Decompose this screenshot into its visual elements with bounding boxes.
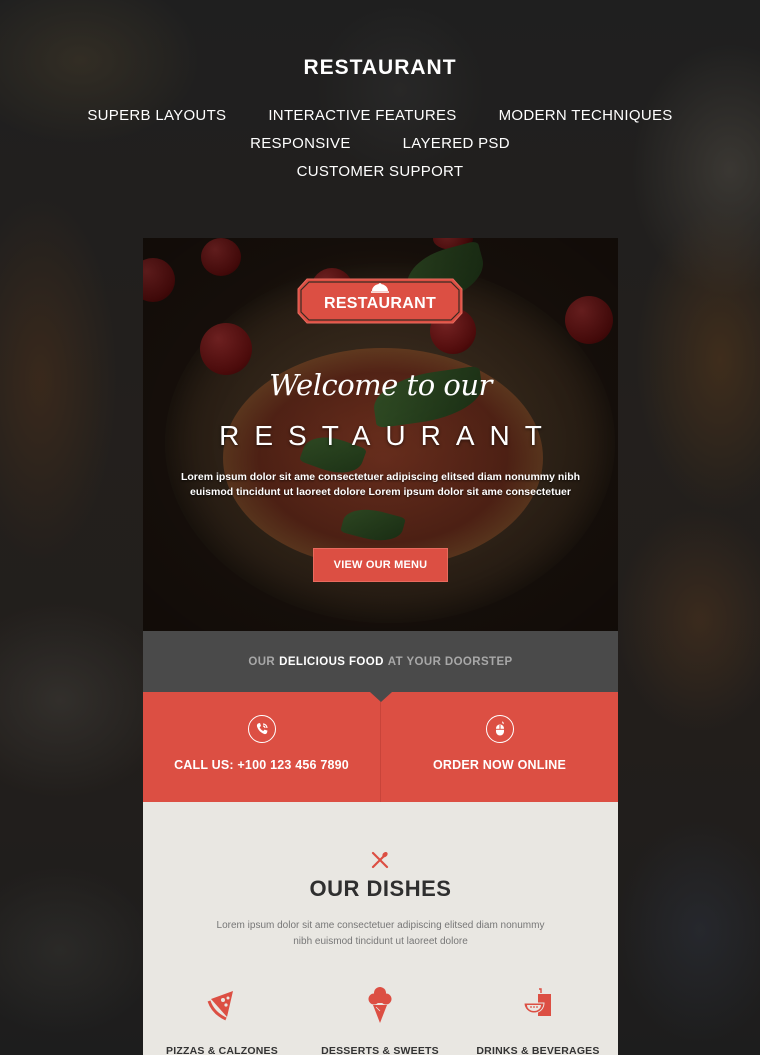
- feature-row: SUPERB LAYOUTS INTERACTIVE FEATURES MODE…: [0, 107, 760, 124]
- dish-category-label: DESSERTS & SWEETS: [321, 1045, 439, 1055]
- dish-category-pizzas[interactable]: PIZZAS & CALZONES: [147, 985, 297, 1055]
- brand-title: RESTAURANT: [303, 56, 457, 79]
- dishes-title: OUR DISHES: [309, 876, 452, 901]
- feature-row: CUSTOMER SUPPORT: [0, 163, 760, 180]
- cloche-icon: [371, 283, 389, 293]
- hero-section: RESTAURANT Welcome to our RESTAURANT Lor…: [143, 238, 618, 631]
- feature-item: SUPERB LAYOUTS: [87, 107, 227, 124]
- hero-title: RESTAURANT: [219, 420, 557, 451]
- tagline-strip: OUR DELICIOUS FOOD AT YOUR DOORSTEP: [143, 631, 618, 702]
- feature-item: INTERACTIVE FEATURES: [268, 107, 457, 124]
- feature-item: CUSTOMER SUPPORT: [296, 163, 464, 180]
- hero-description-line: euismod tincidunt ut laoreet dolore Lore…: [190, 486, 571, 498]
- dishes-description-line: Lorem ipsum dolor sit ame consectetuer a…: [216, 920, 545, 931]
- tagline-highlight: DELICIOUS FOOD: [279, 655, 384, 668]
- dish-category-drinks[interactable]: DRINKS & BEVERAGES: [463, 985, 613, 1055]
- welcome-script: Welcome to our: [269, 368, 492, 402]
- dishes-section: OUR DISHES Lorem ipsum dolor sit ame con…: [143, 802, 618, 1055]
- feature-row: RESPONSIVE LAYERED PSD: [0, 135, 760, 152]
- contact-section: CALL US: +100 123 456 7890 ORDER NOW ONL…: [143, 692, 618, 802]
- email-template-card: RESTAURANT Welcome to our RESTAURANT Lor…: [143, 238, 618, 1055]
- pizza-slice-icon: [207, 991, 233, 1021]
- mouse-icon: [485, 715, 514, 743]
- dish-category-label: DRINKS & BEVERAGES: [476, 1045, 600, 1055]
- logo-text: RESTAURANT: [323, 295, 437, 312]
- logo-badge[interactable]: RESTAURANT: [297, 277, 463, 325]
- dish-category-label: PIZZAS & CALZONES: [166, 1045, 278, 1055]
- call-us-link[interactable]: CALL US: +100 123 456 7890: [143, 692, 380, 802]
- cutlery-icon: [371, 851, 389, 869]
- call-us-label: CALL US: +100 123 456 7890: [174, 758, 349, 772]
- hero-description: Lorem ipsum dolor sit ame consectetuer a…: [163, 470, 598, 500]
- ice-cream-icon: [368, 987, 392, 1023]
- dishes-description: Lorem ipsum dolor sit ame consectetuer a…: [193, 918, 568, 950]
- order-online-link[interactable]: ORDER NOW ONLINE: [380, 692, 618, 802]
- tagline-notch: [370, 692, 392, 702]
- dishes-description-line: nibh euismod tincidunt ut laoreet dolore: [293, 936, 468, 947]
- hero-content: RESTAURANT Welcome to our RESTAURANT Lor…: [143, 238, 618, 631]
- drink-icon: [523, 988, 551, 1016]
- order-online-label: ORDER NOW ONLINE: [432, 758, 567, 772]
- tagline-prefix: OUR: [248, 655, 276, 668]
- feature-item: RESPONSIVE: [250, 135, 351, 152]
- dish-category-desserts[interactable]: DESSERTS & SWEETS: [305, 985, 455, 1055]
- phone-icon: [247, 715, 276, 743]
- view-menu-button[interactable]: VIEW OUR MENU: [313, 548, 448, 582]
- hero-description-line: Lorem ipsum dolor sit ame consectetuer a…: [180, 471, 581, 483]
- tagline-suffix: AT YOUR DOORSTEP: [387, 655, 513, 668]
- feature-item: MODERN TECHNIQUES: [498, 107, 673, 124]
- feature-item: LAYERED PSD: [402, 135, 510, 152]
